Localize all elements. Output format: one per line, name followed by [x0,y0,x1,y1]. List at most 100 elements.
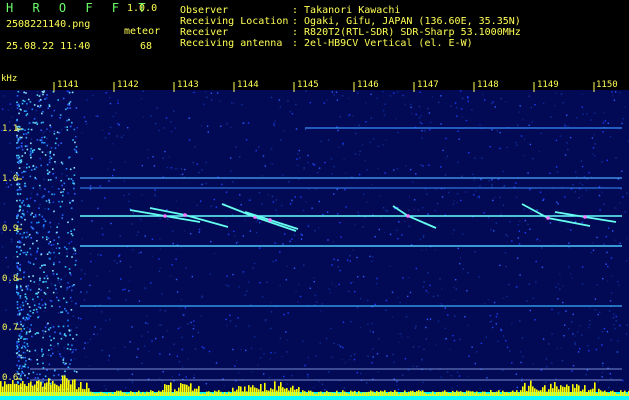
noise-pixel [439,278,441,280]
noise-pixel [270,311,273,313]
noise-pixel [606,159,608,161]
edge-noise-pixel [16,303,19,306]
noise-pixel [247,122,250,124]
noise-pixel [403,220,406,223]
noise-pixel [234,365,236,367]
noise-pixel [97,333,99,336]
edge-noise-pixel [65,301,68,304]
edge-noise-pixel [19,295,22,297]
edge-noise-pixel [53,251,55,254]
noise-pixel [372,348,374,350]
noise-pixel [201,169,203,171]
noise-pixel [85,123,88,125]
noise-pixel [435,188,437,191]
noise-pixel [253,262,256,265]
noise-pixel [36,251,38,254]
noise-pixel [328,288,330,290]
noise-pixel [395,117,397,120]
edge-noise-pixel [16,364,18,367]
level-bar [124,392,126,396]
level-bar [262,391,264,396]
noise-pixel [594,143,596,145]
noise-pixel [619,242,621,245]
noise-pixel [493,301,496,304]
edge-noise-pixel [16,345,19,347]
noise-pixel [108,355,110,357]
edge-noise-pixel [58,236,60,239]
edge-noise-pixel [49,124,51,127]
edge-noise-pixel [61,311,64,313]
noise-pixel [261,203,263,205]
noise-pixel [495,316,498,318]
noise-pixel [1,108,4,110]
edge-noise-pixel [36,139,39,141]
noise-pixel [572,313,574,315]
noise-pixel [61,173,63,175]
edge-noise-pixel [21,201,23,204]
edge-noise-pixel [48,198,50,201]
level-bar [80,382,82,396]
noise-pixel [563,123,566,125]
noise-pixel [16,343,18,345]
noise-pixel [458,138,460,140]
noise-pixel [342,321,345,323]
edge-noise-pixel [64,308,66,310]
noise-pixel [456,385,459,387]
noise-pixel [106,168,109,170]
noise-pixel [120,136,123,138]
noise-pixel [289,240,291,243]
noise-pixel [619,202,621,204]
noise-pixel [420,389,423,392]
noise-pixel [53,262,55,264]
noise-pixel [479,388,481,390]
level-bar [510,391,512,396]
noise-pixel [275,209,277,211]
noise-pixel [348,358,351,361]
edge-noise-pixel [37,332,40,334]
noise-pixel [128,280,131,282]
edge-noise-pixel [16,307,19,309]
edge-noise-pixel [23,243,25,246]
noise-pixel [374,303,376,306]
edge-noise-pixel [52,352,54,355]
noise-pixel [158,324,160,326]
noise-pixel [64,126,66,128]
noise-pixel [76,127,78,129]
edge-noise-pixel [23,345,26,348]
noise-pixel [124,346,126,348]
noise-pixel [619,91,621,94]
noise-pixel [478,197,481,199]
edge-noise-pixel [24,129,26,131]
noise-pixel [101,349,103,352]
level-bar [274,381,276,396]
noise-pixel [257,364,259,366]
edge-noise-pixel [16,267,19,269]
noise-pixel [585,189,588,191]
level-bar [26,386,28,396]
noise-pixel [154,122,157,125]
noise-pixel [53,109,55,112]
edge-noise-pixel [47,179,50,181]
edge-noise-pixel [56,273,58,275]
edge-noise-pixel [16,352,18,355]
level-bar [538,390,540,396]
meteor-peak [268,218,272,222]
noise-pixel [362,275,365,278]
noise-pixel [152,156,154,158]
edge-noise-pixel [46,253,49,255]
noise-pixel [521,377,523,380]
noise-pixel [328,371,330,373]
edge-noise-pixel [21,155,24,157]
noise-pixel [244,219,246,221]
edge-noise-pixel [16,192,19,195]
noise-pixel [105,319,107,322]
noise-pixel [236,359,238,361]
level-bar [372,391,374,396]
noise-pixel [150,115,152,117]
noise-pixel [270,96,273,99]
level-bar [458,391,460,396]
noise-pixel [332,241,334,243]
edge-noise-pixel [55,231,58,234]
level-bar [450,393,452,396]
edge-noise-pixel [19,269,21,272]
